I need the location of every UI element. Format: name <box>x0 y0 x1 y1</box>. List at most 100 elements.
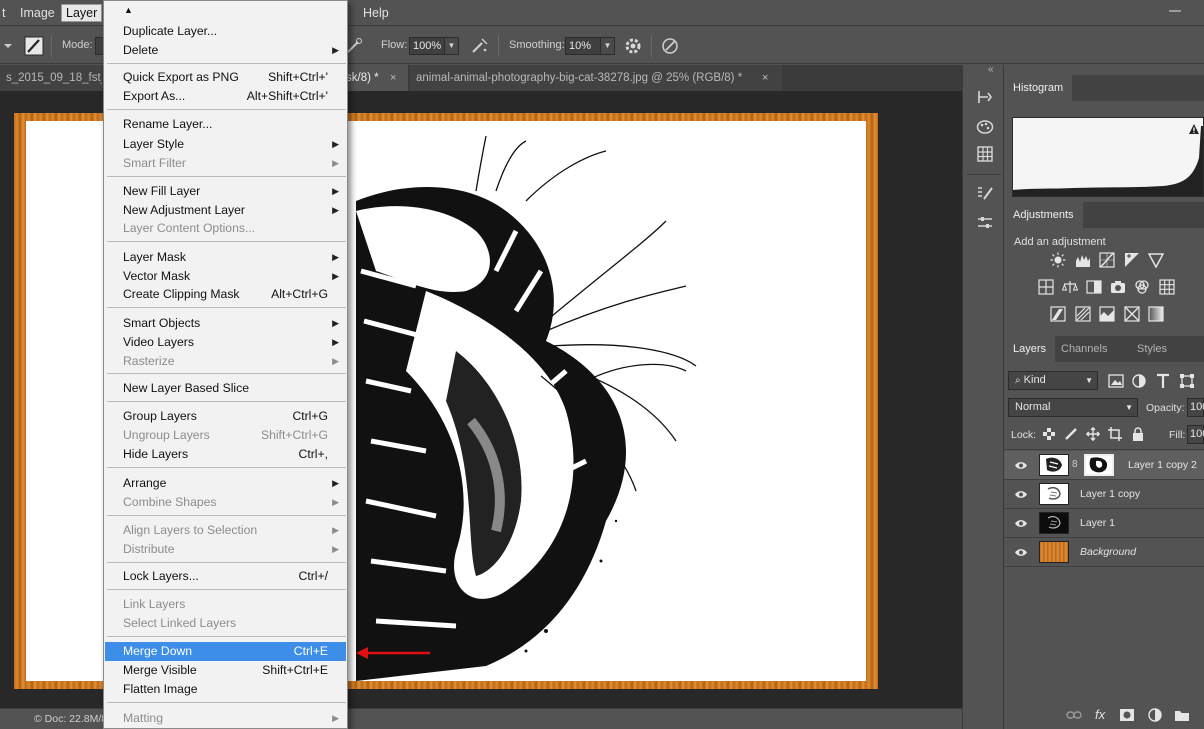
menu-item-hide-layers[interactable]: Hide Layers Ctrl+, <box>105 445 346 464</box>
airbrush-icon[interactable] <box>470 36 490 56</box>
layer-name[interactable]: Layer 1 copy <box>1080 488 1140 500</box>
menu-image[interactable]: Image <box>16 4 59 22</box>
layer-filter-kind-select[interactable]: ⌕ Kind ▼ <box>1008 371 1098 390</box>
exposure-icon[interactable] <box>1124 252 1140 268</box>
menu-item-video-layers[interactable]: Video Layers ▶ <box>105 333 346 352</box>
color-lookup-icon[interactable] <box>1159 279 1175 295</box>
layer-mask-thumbnail[interactable] <box>1084 454 1114 476</box>
color-balance-icon[interactable] <box>1062 279 1078 295</box>
close-icon[interactable]: × <box>390 65 396 91</box>
selective-color-icon[interactable] <box>1124 306 1140 322</box>
menu-item-arrange[interactable]: Arrange ▶ <box>105 474 346 493</box>
menu-item-merge-visible[interactable]: Merge Visible Shift+Ctrl+E <box>105 661 346 680</box>
photo-filter-icon[interactable] <box>1110 279 1126 295</box>
pressure-size-icon[interactable] <box>660 36 680 56</box>
close-icon[interactable]: × <box>762 65 768 91</box>
layer-row-layer-1-copy[interactable]: Layer 1 copy <box>1004 480 1204 509</box>
new-fill-adjustment-layer-icon[interactable] <box>1148 708 1162 722</box>
lock-transparent-pixels-icon[interactable] <box>1042 427 1056 441</box>
visibility-eye-icon[interactable] <box>1014 460 1028 471</box>
tab-document-2[interactable]: sk/8) * × <box>346 65 408 91</box>
lock-position-icon[interactable] <box>1086 427 1100 441</box>
levels-icon[interactable] <box>1075 252 1091 268</box>
minimize-icon[interactable] <box>1169 10 1181 12</box>
collapse-panels-icon[interactable]: « <box>988 64 994 75</box>
menu-item-create-clipping-mask[interactable]: Create Clipping Mask Alt+Ctrl+G <box>105 285 346 304</box>
threshold-icon[interactable] <box>1099 306 1115 322</box>
tab-adjustments[interactable]: Adjustments <box>1004 202 1083 228</box>
smoothing-input[interactable]: 10% <box>565 37 601 55</box>
flow-input[interactable]: 100% <box>409 37 445 55</box>
menu-item-group-layers[interactable]: Group Layers Ctrl+G <box>105 407 346 426</box>
menu-item-rename-layer[interactable]: Rename Layer... <box>105 115 346 134</box>
black-white-icon[interactable] <box>1086 279 1102 295</box>
menu-item-merge-down[interactable]: Merge Down Ctrl+E <box>105 642 346 661</box>
tab-document-3[interactable]: animal-animal-photography-big-cat-38278.… <box>410 65 782 91</box>
visibility-eye-icon[interactable] <box>1014 547 1028 558</box>
tab-histogram[interactable]: Histogram <box>1004 75 1073 101</box>
scroll-up-arrow-icon[interactable]: ▲ <box>124 5 133 15</box>
smoothing-dropdown[interactable]: ▼ <box>600 37 615 55</box>
vibrance-icon[interactable] <box>1148 252 1164 268</box>
posterize-icon[interactable] <box>1075 306 1091 322</box>
layer-row-background[interactable]: Background <box>1004 538 1204 567</box>
tool-presets-icon[interactable] <box>976 214 994 232</box>
brightness-contrast-icon[interactable] <box>1050 252 1066 268</box>
visibility-eye-icon[interactable] <box>1014 489 1028 500</box>
menu-type[interactable]: t <box>0 4 9 22</box>
link-layers-icon[interactable] <box>1066 709 1082 721</box>
tab-layers[interactable]: Layers <box>1004 336 1056 362</box>
hue-saturation-icon[interactable] <box>1038 279 1054 295</box>
layer-row-layer-1-copy-2[interactable]: 8 Layer 1 copy 2 <box>1004 451 1204 480</box>
lock-artboard-icon[interactable] <box>1108 427 1122 441</box>
menu-item-quick-export-png[interactable]: Quick Export as PNG Shift+Ctrl+' <box>105 68 346 87</box>
menu-help[interactable]: Help <box>359 4 393 22</box>
menu-item-delete[interactable]: Delete ▶ <box>105 41 346 60</box>
filter-pixel-icon[interactable] <box>1108 373 1124 389</box>
filter-adjustment-icon[interactable] <box>1131 373 1147 389</box>
lock-image-pixels-icon[interactable] <box>1064 427 1078 441</box>
smoothing-settings-gear-icon[interactable] <box>623 36 643 56</box>
color-palette-icon[interactable] <box>976 118 994 136</box>
menu-item-lock-layers[interactable]: Lock Layers... Ctrl+/ <box>105 567 346 586</box>
brush-preset-icon[interactable] <box>24 36 44 56</box>
menu-item-layer-style[interactable]: Layer Style ▶ <box>105 135 346 154</box>
layer-name[interactable]: Layer 1 <box>1080 517 1115 529</box>
tab-channels[interactable]: Channels <box>1052 336 1116 362</box>
tab-document-1[interactable]: s_2015_09_18_fst_78 <box>0 65 102 91</box>
lock-all-icon[interactable] <box>1131 427 1145 441</box>
flow-dropdown[interactable]: ▼ <box>444 37 459 55</box>
menu-item-duplicate-layer[interactable]: Duplicate Layer... <box>105 22 346 41</box>
menu-item-new-layer-based-slice[interactable]: New Layer Based Slice <box>105 379 346 398</box>
fill-input[interactable]: 100 <box>1187 425 1204 444</box>
filter-type-icon[interactable] <box>1155 373 1171 389</box>
layer-style-fx-icon[interactable]: fx <box>1095 707 1105 722</box>
gradient-map-icon[interactable] <box>1148 306 1164 322</box>
document-size-status[interactable]: © Doc: 22.8M/8 <box>34 713 107 725</box>
warning-icon[interactable] <box>1188 123 1200 135</box>
new-group-folder-icon[interactable] <box>1174 708 1190 722</box>
layer-row-layer-1[interactable]: Layer 1 <box>1004 509 1204 538</box>
menu-item-layer-mask[interactable]: Layer Mask ▶ <box>105 248 346 267</box>
menu-item-new-adjustment-layer[interactable]: New Adjustment Layer ▶ <box>105 201 346 220</box>
brush-presets-icon[interactable] <box>976 184 994 202</box>
add-mask-icon[interactable] <box>1119 708 1135 722</box>
tab-styles[interactable]: Styles <box>1128 336 1176 362</box>
mask-link-chain-icon[interactable]: 8 <box>1072 459 1078 470</box>
visibility-eye-icon[interactable] <box>1014 518 1028 529</box>
blend-mode-select[interactable]: Normal ▼ <box>1008 398 1138 417</box>
menu-item-flatten-image[interactable]: Flatten Image <box>105 680 346 699</box>
history-icon[interactable] <box>976 88 994 106</box>
layer-name[interactable]: Layer 1 copy 2 <box>1128 459 1197 471</box>
invert-icon[interactable] <box>1050 306 1066 322</box>
channel-mixer-icon[interactable] <box>1134 279 1150 295</box>
menu-item-smart-objects[interactable]: Smart Objects ▶ <box>105 314 346 333</box>
filter-shape-icon[interactable] <box>1179 373 1195 389</box>
menu-item-vector-mask[interactable]: Vector Mask ▶ <box>105 267 346 286</box>
swatches-grid-icon[interactable] <box>976 145 994 163</box>
tool-preset-dropdown-icon[interactable] <box>0 36 14 56</box>
opacity-input[interactable]: 100 <box>1187 398 1204 417</box>
curves-icon[interactable] <box>1099 252 1115 268</box>
menu-layer[interactable]: Layer <box>61 4 103 22</box>
menu-item-export-as[interactable]: Export As... Alt+Shift+Ctrl+' <box>105 87 346 106</box>
